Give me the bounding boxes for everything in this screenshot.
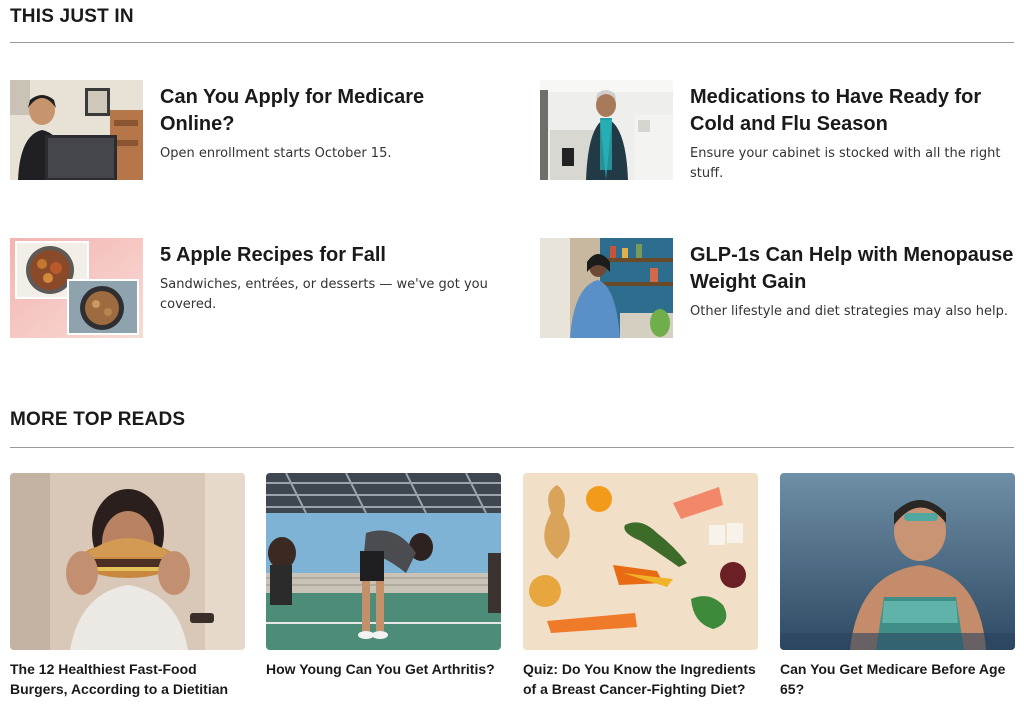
card-title[interactable]: Quiz: Do You Know the Ingredients of a B… xyxy=(523,659,758,699)
section-title-more-top-reads: MORE TOP READS xyxy=(10,409,186,430)
section-divider xyxy=(10,42,1014,43)
top-read-card-quiz[interactable]: Quiz: Do You Know the Ingredients of a B… xyxy=(523,473,758,699)
card-image[interactable] xyxy=(523,473,758,650)
top-read-card-arthritis[interactable]: How Young Can You Get Arthritis? xyxy=(266,473,501,679)
card-title[interactable]: How Young Can You Get Arthritis? xyxy=(266,659,501,679)
news-thumbnail-image[interactable] xyxy=(10,238,143,338)
card-image[interactable] xyxy=(266,473,501,650)
news-dek: Other lifestyle and diet strategies may … xyxy=(690,304,1008,319)
section-divider xyxy=(10,447,1014,448)
news-dek: Open enrollment starts October 15. xyxy=(160,146,392,161)
news-thumbnail-image[interactable] xyxy=(540,80,673,180)
news-headline[interactable]: GLP-1s Can Help with Menopause Weight Ga… xyxy=(690,242,1020,296)
news-thumbnail-image[interactable] xyxy=(10,80,143,180)
news-headline[interactable]: Medications to Have Ready for Cold and F… xyxy=(690,84,1020,138)
section-title-this-just-in: THIS JUST IN xyxy=(10,6,134,27)
card-image[interactable] xyxy=(10,473,245,650)
news-item-apple-recipes[interactable]: 5 Apple Recipes for Fall Sandwiches, ent… xyxy=(10,238,490,338)
news-item-cold-flu-medications[interactable]: Medications to Have Ready for Cold and F… xyxy=(540,80,1020,181)
news-headline[interactable]: 5 Apple Recipes for Fall xyxy=(160,242,490,269)
top-read-card-burgers[interactable]: The 12 Healthiest Fast-Food Burgers, Acc… xyxy=(10,473,245,699)
news-thumbnail-image[interactable] xyxy=(540,238,673,338)
news-dek: Sandwiches, entrées, or desserts — we've… xyxy=(160,277,488,312)
card-image[interactable] xyxy=(780,473,1015,650)
news-dek: Ensure your cabinet is stocked with all … xyxy=(690,146,1001,181)
news-headline[interactable]: Can You Apply for Medicare Online? xyxy=(160,84,490,138)
card-title[interactable]: The 12 Healthiest Fast-Food Burgers, Acc… xyxy=(10,659,245,699)
top-read-card-medicare-65[interactable]: Can You Get Medicare Before Age 65? xyxy=(780,473,1015,699)
news-item-glp1-menopause[interactable]: GLP-1s Can Help with Menopause Weight Ga… xyxy=(540,238,1020,338)
card-title[interactable]: Can You Get Medicare Before Age 65? xyxy=(780,659,1015,699)
news-item-medicare-online[interactable]: Can You Apply for Medicare Online? Open … xyxy=(10,80,490,180)
